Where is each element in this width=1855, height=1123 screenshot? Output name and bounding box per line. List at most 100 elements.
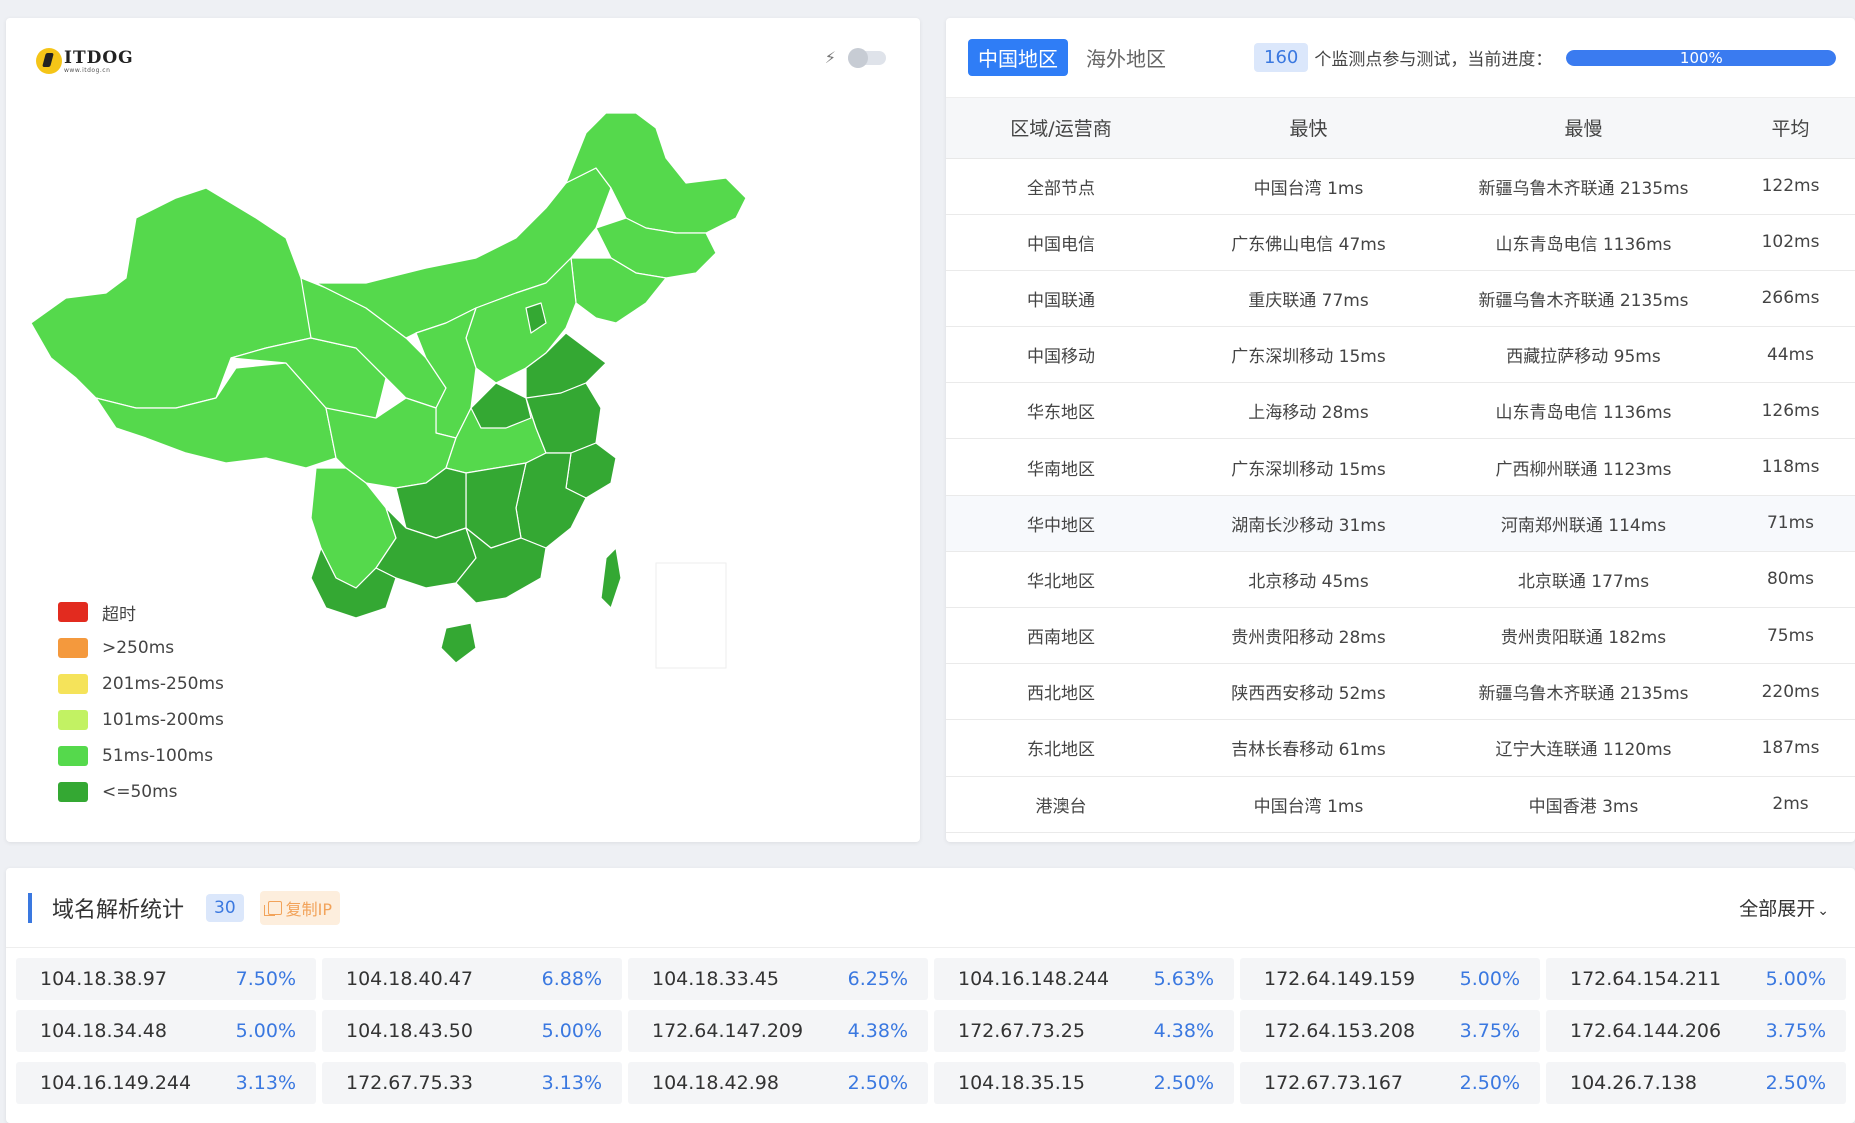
cell-slowest: 西藏拉萨移动 95ms bbox=[1441, 326, 1726, 384]
dns-ip-percentage: 3.75% bbox=[1765, 1020, 1826, 1042]
dns-ip-item[interactable]: 104.18.40.47 6.88% bbox=[322, 958, 622, 1000]
dns-ip-address: 104.18.34.48 bbox=[40, 1020, 167, 1042]
dns-ip-item[interactable]: 172.67.73.25 4.38% bbox=[934, 1010, 1234, 1052]
logo-name: ITDOG bbox=[64, 47, 134, 68]
cell-region: 华北地区 bbox=[946, 551, 1176, 609]
dns-ip-item[interactable]: 104.16.149.244 3.13% bbox=[16, 1062, 316, 1104]
dns-ip-item[interactable]: 172.67.75.33 3.13% bbox=[322, 1062, 622, 1104]
table-row[interactable]: 全部节点 中国台湾 1ms 新疆乌鲁木齐联通 2135ms 122ms bbox=[946, 158, 1855, 215]
cell-average: 187ms bbox=[1726, 719, 1855, 777]
cell-region: 华东地区 bbox=[946, 382, 1176, 440]
tab-overseas[interactable]: 海外地区 bbox=[1076, 39, 1176, 76]
dns-ip-item[interactable]: 104.16.148.244 5.63% bbox=[934, 958, 1234, 1000]
tab-china[interactable]: 中国地区 bbox=[968, 39, 1068, 76]
cell-region: 华南地区 bbox=[946, 438, 1176, 496]
copy-ip-button[interactable]: 复制IP bbox=[259, 890, 341, 925]
cell-region: 西北地区 bbox=[946, 663, 1176, 721]
dns-ip-item[interactable]: 104.18.42.98 2.50% bbox=[628, 1062, 928, 1104]
table-row[interactable]: 华南地区 广东深圳移动 15ms 广西柳州联通 1123ms 118ms bbox=[946, 438, 1855, 496]
cell-fastest: 吉林长春移动 61ms bbox=[1176, 719, 1441, 777]
legend-item-101-200[interactable]: 101ms-200ms bbox=[58, 702, 224, 738]
node-count-badge: 160 bbox=[1254, 43, 1309, 72]
progress-fill: 100% bbox=[1566, 49, 1837, 66]
region-hainan[interactable] bbox=[440, 622, 477, 664]
node-count-text: 个监测点参与测试，当前进度： bbox=[1314, 50, 1553, 70]
legend-item-gt250[interactable]: >250ms bbox=[58, 630, 224, 666]
dns-ip-address: 172.67.75.33 bbox=[346, 1072, 473, 1094]
table-row[interactable]: 华东地区 上海移动 28ms 山东青岛电信 1136ms 126ms bbox=[946, 382, 1855, 440]
cell-average: 122ms bbox=[1726, 158, 1855, 215]
region-taiwan[interactable] bbox=[600, 547, 622, 609]
table-row[interactable]: 华中地区 湖南长沙移动 31ms 河南郑州联通 114ms 71ms bbox=[946, 495, 1855, 552]
column-header-fastest[interactable]: 最快 bbox=[1176, 98, 1441, 159]
cell-average: 80ms bbox=[1726, 551, 1855, 609]
dns-ip-item[interactable]: 172.64.144.206 3.75% bbox=[1546, 1010, 1846, 1052]
dns-ip-address: 172.64.153.208 bbox=[1264, 1020, 1416, 1042]
cell-slowest: 山东青岛电信 1136ms bbox=[1441, 382, 1726, 440]
dns-ip-percentage: 2.50% bbox=[1765, 1072, 1826, 1094]
legend-label: >250ms bbox=[102, 638, 175, 658]
column-header-average[interactable]: 平均 bbox=[1726, 98, 1855, 159]
table-row[interactable]: 西南地区 贵州贵阳移动 28ms 贵州贵阳联通 182ms 75ms bbox=[946, 607, 1855, 665]
south-china-sea-inset bbox=[655, 562, 727, 669]
cell-fastest: 贵州贵阳移动 28ms bbox=[1176, 607, 1441, 665]
dog-logo-icon bbox=[36, 48, 62, 74]
table-row[interactable]: 中国电信 广东佛山电信 47ms 山东青岛电信 1136ms 102ms bbox=[946, 214, 1855, 271]
dns-ip-address: 104.26.7.138 bbox=[1570, 1072, 1697, 1094]
dns-ip-item[interactable]: 104.18.43.50 5.00% bbox=[322, 1010, 622, 1052]
lightning-icon[interactable]: ⚡ bbox=[825, 48, 836, 67]
dns-ip-percentage: 2.50% bbox=[1153, 1072, 1214, 1094]
legend-item-le50[interactable]: <=50ms bbox=[58, 774, 224, 810]
legend-swatch bbox=[58, 638, 88, 658]
dns-ip-item[interactable]: 104.18.38.97 7.50% bbox=[16, 958, 316, 1000]
dns-ip-address: 104.18.42.98 bbox=[652, 1072, 779, 1094]
table-row[interactable]: 港澳台 中国台湾 1ms 中国香港 3ms 2ms bbox=[946, 776, 1855, 833]
dns-ip-item[interactable]: 172.64.153.208 3.75% bbox=[1240, 1010, 1540, 1052]
cell-fastest: 广东深圳移动 15ms bbox=[1176, 438, 1441, 496]
cell-slowest: 辽宁大连联通 1120ms bbox=[1441, 719, 1726, 777]
dns-ip-item[interactable]: 172.67.73.167 2.50% bbox=[1240, 1062, 1540, 1104]
column-header-region[interactable]: 区域/运营商 bbox=[946, 98, 1176, 159]
cell-fastest: 重庆联通 77ms bbox=[1176, 270, 1441, 328]
dns-ip-item[interactable]: 172.64.147.209 4.38% bbox=[628, 1010, 928, 1052]
dns-ip-percentage: 3.13% bbox=[235, 1072, 296, 1094]
table-row[interactable]: 西北地区 陕西西安移动 52ms 新疆乌鲁木齐联通 2135ms 220ms bbox=[946, 663, 1855, 721]
dns-ip-percentage: 5.00% bbox=[1765, 968, 1826, 990]
cell-slowest: 河南郑州联通 114ms bbox=[1441, 495, 1726, 552]
dns-ip-address: 104.18.38.97 bbox=[40, 968, 167, 990]
double-chevron-down-icon: ⌄ bbox=[1817, 903, 1829, 919]
dns-ip-grid: 104.18.38.97 7.50% 104.18.40.47 6.88% 104.18… bbox=[16, 958, 1846, 1104]
test-progress-bar: 100% bbox=[1566, 49, 1837, 66]
expand-all-button[interactable]: 全部展开 ⌄ bbox=[1739, 894, 1829, 921]
legend-item-51-100[interactable]: 51ms-100ms bbox=[58, 738, 224, 774]
cell-slowest: 新疆乌鲁木齐联通 2135ms bbox=[1441, 158, 1726, 215]
legend-item-timeout[interactable]: 超时 bbox=[58, 594, 224, 630]
legend-item-201-250[interactable]: 201ms-250ms bbox=[58, 666, 224, 702]
dns-ip-item[interactable]: 172.64.154.211 5.00% bbox=[1546, 958, 1846, 1000]
table-row[interactable]: 华北地区 北京移动 45ms 北京联通 177ms 80ms bbox=[946, 551, 1855, 609]
dns-ip-item[interactable]: 104.18.34.48 5.00% bbox=[16, 1010, 316, 1052]
table-row[interactable]: 中国移动 广东深圳移动 15ms 西藏拉萨移动 95ms 44ms bbox=[946, 326, 1855, 384]
cell-slowest: 中国香港 3ms bbox=[1441, 776, 1726, 833]
cell-region: 全部节点 bbox=[946, 158, 1176, 215]
legend-swatch bbox=[58, 674, 88, 694]
table-row[interactable]: 东北地区 吉林长春移动 61ms 辽宁大连联通 1120ms 187ms bbox=[946, 719, 1855, 777]
dns-ip-item[interactable]: 104.18.33.45 6.25% bbox=[628, 958, 928, 1000]
dns-ip-percentage: 6.25% bbox=[847, 968, 908, 990]
region-stats-table: 区域/运营商 最快 最慢 平均 全部节点 中国台湾 1ms 新疆乌鲁木齐联通 213… bbox=[946, 98, 1855, 833]
cell-slowest: 山东青岛电信 1136ms bbox=[1441, 214, 1726, 271]
legend-label: 超时 bbox=[102, 604, 136, 625]
cell-average: 126ms bbox=[1726, 382, 1855, 440]
cell-fastest: 陕西西安移动 52ms bbox=[1176, 663, 1441, 721]
table-row[interactable]: 中国联通 重庆联通 77ms 新疆乌鲁木齐联通 2135ms 266ms bbox=[946, 270, 1855, 328]
region-henan[interactable] bbox=[470, 382, 532, 429]
map-toggle-switch[interactable] bbox=[848, 47, 886, 68]
logo-url: www.itdog.cn bbox=[64, 66, 111, 74]
legend-label: <=50ms bbox=[102, 782, 178, 802]
dns-ip-item[interactable]: 172.64.149.159 5.00% bbox=[1240, 958, 1540, 1000]
column-header-slowest[interactable]: 最慢 bbox=[1441, 98, 1726, 159]
cell-average: 71ms bbox=[1726, 495, 1855, 552]
map-legend: 超时 >250ms 201ms-250ms 101ms-200ms 51ms-1… bbox=[58, 594, 224, 810]
dns-ip-item[interactable]: 104.26.7.138 2.50% bbox=[1546, 1062, 1846, 1104]
dns-ip-item[interactable]: 104.18.35.15 2.50% bbox=[934, 1062, 1234, 1104]
